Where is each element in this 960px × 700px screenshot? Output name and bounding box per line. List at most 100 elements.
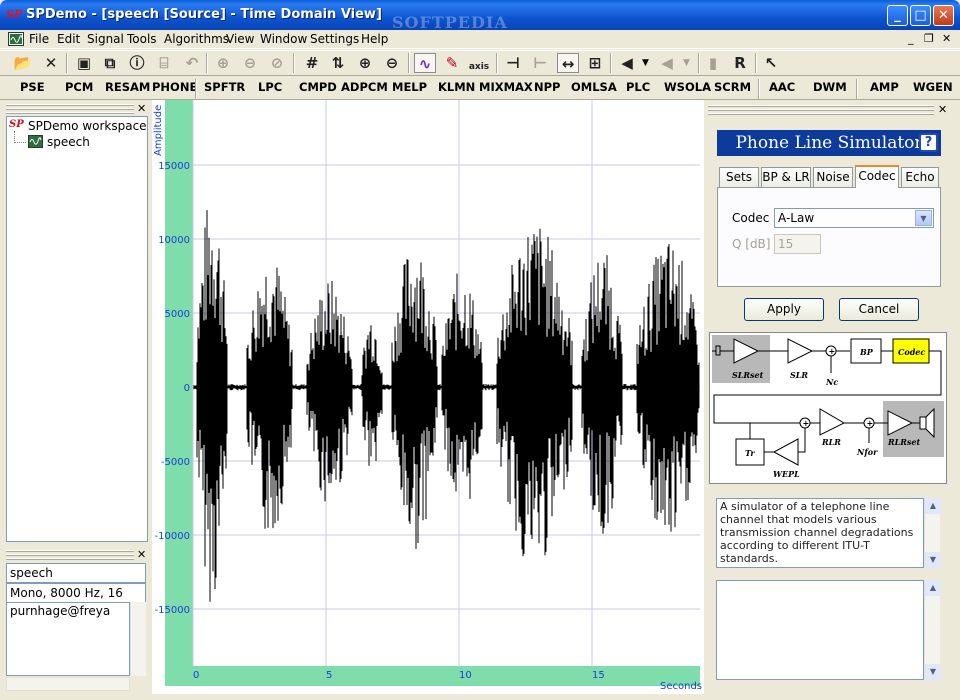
simulator-close-icon[interactable]: ✕ [938,103,947,116]
q-field[interactable]: 15 [774,234,821,254]
close-file-icon[interactable]: ✕ [40,53,62,73]
output-textbox[interactable] [716,580,924,680]
selection-icon[interactable]: ↔ [557,53,579,73]
menu-algorithms[interactable]: Algorithms [164,32,229,46]
algo-dwm[interactable]: DWM [813,80,847,94]
notes-textbox[interactable]: purnhage@freya [6,602,130,676]
notes-scrollbar[interactable] [130,602,146,676]
algo-spftr[interactable]: SPFTR [204,80,245,94]
menu-signal[interactable]: Signal [87,32,124,46]
zoom-out-icon[interactable]: ⊖ [239,53,261,73]
algo-adpcm[interactable]: ADPCM [341,80,388,94]
menu-settings[interactable]: Settings [310,32,359,46]
tab-sets[interactable]: Sets [719,167,759,187]
record-icon[interactable]: ▮ [702,53,724,73]
apply-button[interactable]: Apply [744,298,824,321]
algo-phone[interactable]: PHONE [152,80,197,94]
speaker-dim-dropdown-icon[interactable]: ▼ [683,58,690,68]
time-domain-plot[interactable]: 15000 10000 5000 0 -5000 -10000 -15000 0 5 10 15 … [152,100,704,694]
algo-wgen[interactable]: WGEN [913,80,953,94]
minimize-button[interactable]: _ [887,5,908,26]
rlr-amplifier [819,408,846,436]
algo-pse[interactable]: PSE [20,80,45,94]
zoom-in-icon[interactable]: ⊕ [212,53,234,73]
save-icon[interactable]: ▣ [73,53,95,73]
menu-edit[interactable]: Edit [57,32,80,46]
marker-left-icon[interactable]: ⊣ [502,53,524,73]
speaker-dropdown-icon[interactable]: ▼ [642,58,649,68]
menu-help[interactable]: Help [361,32,388,46]
r-icon[interactable]: R [729,53,751,73]
info-icon[interactable]: ⓘ [126,53,148,73]
scroll-up-icon[interactable]: ▲ [925,580,941,596]
mdi-close-button[interactable]: ✕ [942,32,951,45]
waveform-canvas[interactable]: 150001000050000-5000-10000-15000 0 5 10 15 … [152,100,704,694]
document-icon[interactable] [8,32,24,46]
algo-scrm[interactable]: SCRM [714,80,751,94]
phone-line-diagram: SLRset SLR + Nc BP Codec + RLR + Nfor RL… [709,332,947,484]
algo-pcm[interactable]: PCM [65,80,93,94]
tab-codec[interactable]: Codec [855,165,899,188]
algo-resam[interactable]: RESAM [105,80,150,94]
fit-selection-icon[interactable]: ⊞ [584,53,606,73]
waveform-view-icon[interactable]: ∿ [414,53,436,73]
tab-bp-lr[interactable]: BP & LR [761,167,811,187]
algo-omlsa[interactable]: OMLSA [571,80,617,94]
notes-hscrollbar[interactable] [6,677,130,691]
marker-right-icon[interactable]: ⊢ [529,53,551,73]
menu-window[interactable]: Window [260,32,307,46]
algo-aac[interactable]: AAC [769,80,795,94]
mdi-minimize-button[interactable]: _ [908,32,914,45]
algo-npp[interactable]: NPP [534,80,560,94]
info-close-icon[interactable]: ✕ [137,548,146,561]
algo-lpc[interactable]: LPC [258,80,282,94]
tab-echo[interactable]: Echo [901,167,939,187]
simulator-panel-grip[interactable] [708,105,934,115]
mdi-restore-button[interactable]: ❐ [924,32,934,45]
codec-select[interactable]: A-Law [774,208,934,228]
svg-text:+: + [829,346,836,356]
open-icon[interactable]: 📂 [12,53,34,73]
speaker-dim-icon[interactable]: ◀ [656,53,678,73]
algo-plc[interactable]: PLC [626,80,650,94]
axis-edit-icon[interactable]: ✎ [441,53,463,73]
workspace-item-speech[interactable]: speech [47,135,90,149]
zoom-fit-icon[interactable]: ⊘ [266,53,288,73]
algo-klmn[interactable]: KLMN [438,80,475,94]
scroll-up-icon[interactable]: ▲ [925,498,941,514]
scroll-down-icon[interactable]: ▼ [925,552,941,568]
q-label: Q [dB] [732,237,771,251]
copy-icon[interactable]: ⧉ [99,53,121,73]
description-scrollbar[interactable]: ▲ ▼ [924,498,941,568]
workspace-close-icon[interactable]: ✕ [137,102,146,115]
codec-dropdown-icon[interactable]: ▼ [915,210,932,226]
properties-icon[interactable]: ⌸ [153,53,175,73]
algo-mixmax[interactable]: MIXMAX [479,80,533,94]
zoom-x-in-icon[interactable]: ⊕ [354,53,376,73]
workspace-root[interactable]: SPDemo workspace [28,119,147,133]
info-panel-grip[interactable] [6,550,134,560]
algo-wsola[interactable]: WSOLA [664,80,711,94]
menu-file[interactable]: File [29,32,49,46]
undo-icon[interactable]: ↶ [181,53,203,73]
help-pointer-icon[interactable]: ↖ [760,53,782,73]
algo-amp[interactable]: AMP [870,80,899,94]
tab-noise[interactable]: Noise [813,167,853,187]
zoom-x-out-icon[interactable]: ⊖ [381,53,403,73]
maximize-button[interactable]: □ [910,5,931,26]
scroll-down-icon[interactable]: ▼ [925,664,941,680]
tree-connector [14,131,26,143]
grid-icon[interactable]: # [301,53,323,73]
algo-melp[interactable]: MELP [392,80,427,94]
amplitude-scale-icon[interactable]: ⇅ [327,53,349,73]
algo-cmpd[interactable]: CMPD [299,80,337,94]
menu-tools[interactable]: Tools [127,32,157,46]
speaker-icon[interactable]: ◀ [616,53,638,73]
cancel-button[interactable]: Cancel [839,298,919,321]
menu-view[interactable]: View [226,32,254,46]
close-button[interactable]: ✕ [933,5,954,26]
axis-icon[interactable]: axis [468,53,490,73]
help-icon[interactable]: ? [919,133,938,152]
workspace-panel-grip[interactable] [6,104,134,114]
output-scrollbar[interactable]: ▲ ▼ [924,580,941,680]
